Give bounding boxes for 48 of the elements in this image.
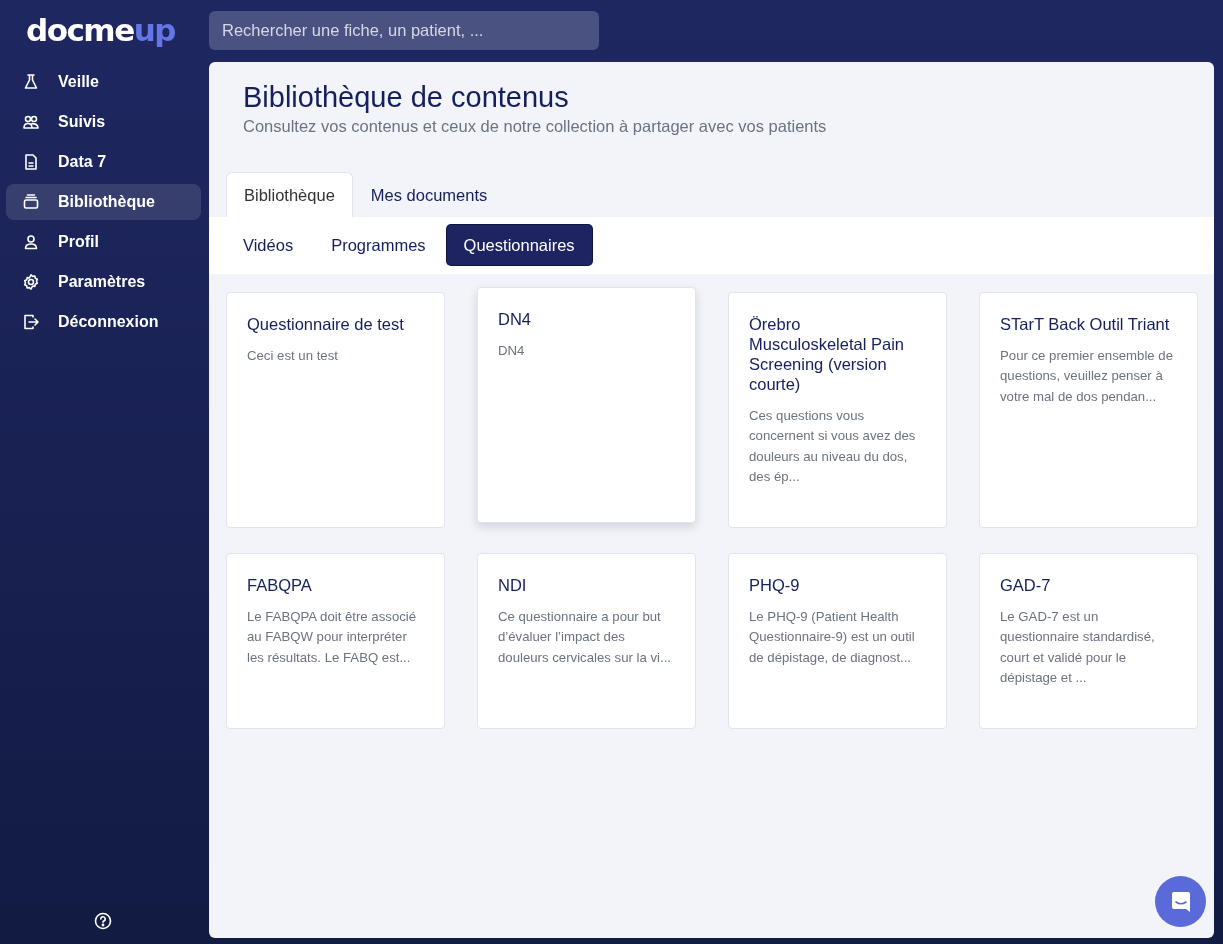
- card-title: Örebro Musculoskeletal Pain Screening (version courte): [749, 314, 905, 394]
- questionnaire-card[interactable]: STarT Back Outil Triant Pour ce premier ensemble de questions, veuillez penser à votre mal de dos pendan...: [979, 292, 1198, 528]
- logout-icon: [22, 313, 40, 331]
- docmeup-logo[interactable]: docmeup: [26, 10, 175, 50]
- card-description: Pour ce premier ensemble de questions, veuillez penser à votre mal de dos pendan...: [1000, 347, 1173, 406]
- settings-icon: [22, 273, 40, 291]
- sidebar-item[interactable]: Veille: [6, 64, 201, 100]
- tray-icon: [22, 193, 40, 211]
- tab[interactable]: Bibliothèque: [226, 172, 353, 217]
- card-title: GAD-7: [1000, 575, 1052, 595]
- card-description: Ceci est un test: [247, 347, 339, 365]
- questionnaire-card[interactable]: PHQ-9 Le PHQ-9 (Patient Health Questionnaire-9) est un outil de dépistage, de diagnost...: [728, 553, 947, 729]
- people-icon: [22, 113, 40, 131]
- questionnaire-card[interactable]: DN4 DN4: [477, 287, 696, 523]
- help-icon[interactable]: [93, 912, 112, 930]
- person-icon: [22, 233, 40, 251]
- sidebar-item[interactable]: Bibliothèque: [6, 184, 201, 220]
- questionnaire-card[interactable]: NDI Ce questionnaire a pour but d’évaluer l’impact des douleurs cervicales sur la vi...: [477, 553, 696, 729]
- card-description: Ces questions vous concernent si vous avez des douleurs au niveau du dos, des ép...: [749, 407, 917, 486]
- questionnaire-card[interactable]: FABQPA Le FABQPA doit être associé au FABQW pour interpréter les résultats. Le FABQ est...: [226, 553, 445, 729]
- filter-tab[interactable]: Programmes: [314, 225, 443, 265]
- card-title: FABQPA: [247, 575, 313, 595]
- sidebar-item[interactable]: Paramètres: [6, 264, 201, 300]
- card-description: Ce questionnaire a pour but d’évaluer l’impact des douleurs cervicales sur la vi...: [498, 608, 671, 667]
- card-description: Le PHQ-9 (Patient Health Questionnaire-9) est un outil de dépistage, de diagnost...: [749, 608, 916, 667]
- card-title: Questionnaire de test: [247, 314, 405, 334]
- page-subtitle: Consultez vos contenus et ceux de notre collection à partager avec vos patients: [243, 116, 828, 136]
- tab[interactable]: Mes documents: [352, 172, 506, 217]
- filter-tab[interactable]: Vidéos: [226, 225, 311, 265]
- questionnaire-card[interactable]: Örebro Musculoskeletal Pain Screening (version courte) Ces questions vous concernent si vous avez des douleurs au niveau du dos, des ép...: [728, 292, 947, 528]
- document-icon: [22, 153, 40, 171]
- flask-icon: [22, 73, 40, 91]
- questionnaire-card[interactable]: Questionnaire de test Ceci est un test: [226, 292, 445, 528]
- sidebar-item[interactable]: Profil: [6, 224, 201, 260]
- page-title: Bibliothèque de contenus: [243, 80, 570, 114]
- card-description: Le GAD-7 est un questionnaire standardisé, court et validé pour le dépistage et ...: [1000, 608, 1156, 687]
- card-title: STarT Back Outil Triant: [1000, 314, 1171, 334]
- sidebar-item[interactable]: Déconnexion: [6, 304, 201, 340]
- card-title: NDI: [498, 575, 528, 595]
- card-description: Le FABQPA doit être associé au FABQW pour interpréter les résultats. Le FABQ est...: [247, 608, 418, 667]
- sidebar-item[interactable]: Data 7: [6, 144, 201, 180]
- card-description: DN4: [498, 342, 526, 360]
- card-title: PHQ-9: [749, 575, 801, 595]
- filter-tab[interactable]: Questionnaires: [446, 225, 592, 265]
- questionnaire-card[interactable]: GAD-7 Le GAD-7 est un questionnaire standardisé, court et validé pour le dépistage et ...: [979, 553, 1198, 729]
- sidebar-item[interactable]: Suivis: [6, 104, 201, 140]
- card-title: DN4: [498, 309, 532, 329]
- search-field[interactable]: Rechercher une fiche, un patient, ...: [209, 11, 599, 50]
